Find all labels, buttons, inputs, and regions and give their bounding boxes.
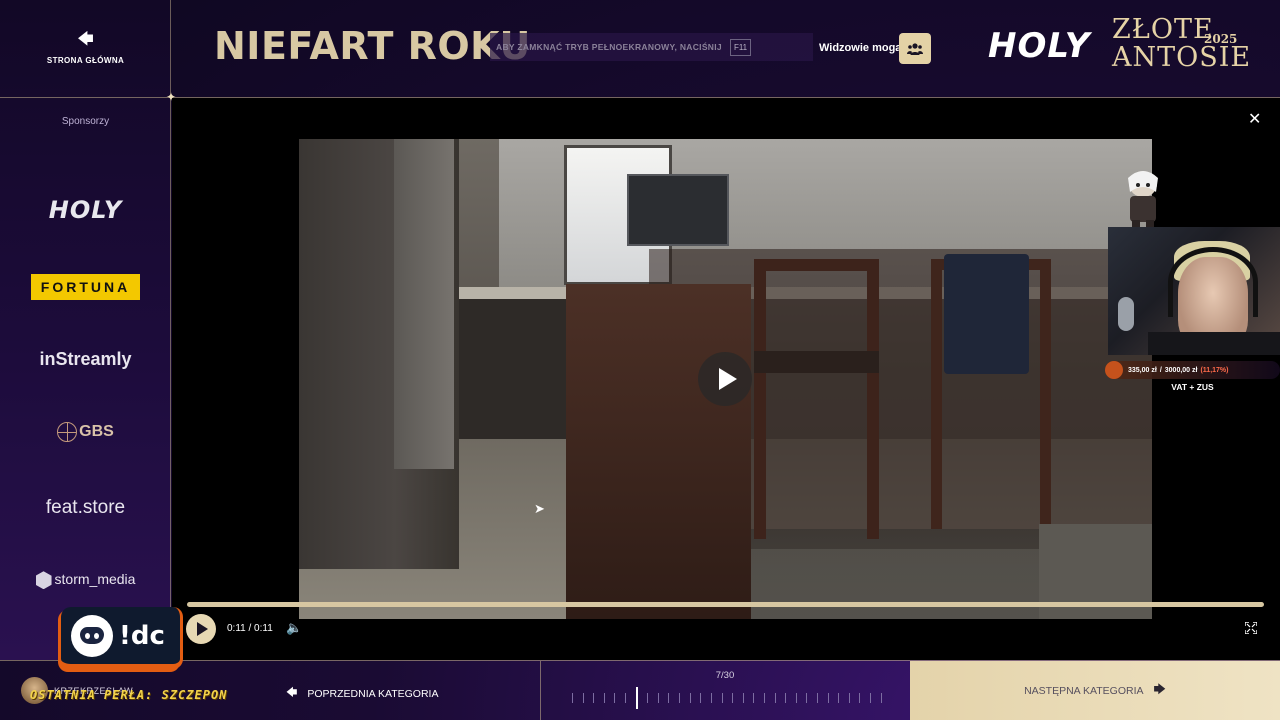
timeline-tick[interactable]: [625, 693, 627, 703]
timeline-tick[interactable]: [593, 693, 595, 703]
arrow-left-icon: 🡄: [286, 687, 298, 699]
streamer-shirt: [1148, 332, 1280, 355]
viewers-label: Widzowie mogą: [819, 42, 902, 54]
users-icon: [907, 42, 923, 55]
donation-current: 335,00 zł: [1128, 366, 1157, 374]
video-chair-back: [566, 284, 751, 619]
donation-goal-label: VAT + ZUS: [1171, 382, 1214, 392]
sponsor-gbs-label: GBS: [79, 423, 114, 441]
timeline-tick-current[interactable]: [635, 687, 638, 709]
timeline-tick[interactable]: [763, 693, 765, 703]
category-counter: 7/30: [715, 670, 735, 681]
video-cloth: [944, 254, 1029, 374]
gbs-logo-icon: [57, 422, 78, 442]
timeline-tick[interactable]: [838, 693, 840, 703]
play-icon: [718, 368, 737, 390]
event-line2: ANTOSIE: [1112, 42, 1252, 73]
ticker-text: OSTATNIA PERŁA: SZCZEPON: [30, 688, 228, 702]
donation-icon: [1105, 361, 1123, 379]
donation-separator: /: [1159, 366, 1162, 374]
fullscreen-icon[interactable]: [1245, 622, 1257, 634]
discord-command: !dc: [119, 620, 165, 651]
streamer-webcam: [1108, 227, 1280, 355]
timeline-tick[interactable]: [657, 693, 659, 703]
viewers-button[interactable]: [899, 33, 931, 64]
sponsor-holy[interactable]: HOLY: [0, 196, 171, 224]
video-chair: [754, 259, 879, 539]
timeline-tick[interactable]: [785, 693, 787, 703]
timeline-tick[interactable]: [732, 693, 734, 703]
timeline-tick[interactable]: [721, 693, 723, 703]
discord-badge: !dc: [61, 607, 183, 669]
fullscreen-key: F11: [729, 38, 752, 56]
video-laptop: [627, 174, 729, 246]
home-button[interactable]: 🡄 STRONA GŁÓWNA: [0, 0, 171, 97]
event-logo: ZŁOTE 2025 ANTOSIE: [1112, 16, 1252, 73]
play-button[interactable]: [186, 614, 216, 644]
donation-goal-amount: 3000,00 zł: [1164, 366, 1198, 374]
timeline-tick[interactable]: [753, 693, 755, 703]
prev-category-button[interactable]: 🡄 POPRZEDNIA KATEGORIA: [286, 684, 438, 703]
storm-logo-icon: [35, 571, 52, 590]
sponsor-featstore[interactable]: feat.store: [0, 497, 171, 519]
event-year: 2025: [1204, 32, 1238, 46]
home-label: STRONA GŁÓWNA: [46, 56, 125, 65]
next-category-button[interactable]: NASTĘPNA KATEGORIA 🡆: [910, 661, 1280, 720]
timeline-tick[interactable]: [774, 693, 776, 703]
timeline-tick[interactable]: [848, 693, 850, 703]
timeline-tick[interactable]: [689, 693, 691, 703]
timeline-tick[interactable]: [859, 693, 861, 703]
timeline-tick[interactable]: [795, 693, 797, 703]
sponsor-stormmedia[interactable]: storm_media: [0, 571, 171, 590]
sponsors-title: Sponsorzy: [61, 116, 110, 127]
sponsor-storm-label: storm_media: [54, 571, 136, 587]
timeline-tick[interactable]: [817, 693, 819, 703]
app-root: 🡄 STRONA GŁÓWNA Sponsorzy HOLY FORTUNA i…: [0, 0, 1280, 720]
page-title: NIEFART ROKU: [214, 24, 531, 68]
play-icon: [197, 622, 208, 636]
timeline-tick[interactable]: [742, 693, 744, 703]
timeline-tick[interactable]: [614, 693, 616, 703]
brand-logo: HOLY: [988, 26, 1091, 66]
timeline-tick[interactable]: [806, 693, 808, 703]
fullscreen-hint: ABY ZAMKNĄĆ TRYB PEŁNOEKRANOWY, NACIŚNIJ…: [490, 33, 813, 61]
center-play-button[interactable]: [698, 352, 752, 406]
timeline-tick[interactable]: [710, 693, 712, 703]
arrow-left-icon: 🡄: [77, 31, 94, 48]
arrow-right-icon: 🡆: [1153, 682, 1166, 696]
fullscreen-hint-text: ABY ZAMKNĄĆ TRYB PEŁNOEKRANOWY, NACIŚNIJ: [496, 42, 722, 52]
timeline-tick[interactable]: [572, 693, 573, 703]
next-category-label: NASTĘPNA KATEGORIA: [1024, 684, 1144, 697]
mouse-cursor-icon: ➤: [534, 501, 545, 516]
timeline-tick[interactable]: [700, 693, 702, 703]
category-timeline[interactable]: [572, 687, 882, 709]
prev-category-label: POPRZEDNIA KATEGORIA: [307, 687, 439, 700]
volume-icon[interactable]: 🔈: [286, 620, 302, 636]
sponsor-instreamly[interactable]: inStreamly: [0, 349, 171, 370]
timeline-tick[interactable]: [603, 693, 605, 703]
witcher-avatar-icon: [1128, 171, 1158, 234]
progress-bar[interactable]: [187, 602, 1264, 607]
timeline-tick[interactable]: [880, 693, 882, 703]
timeline-tick[interactable]: [647, 693, 649, 703]
sponsor-fortuna-label: FORTUNA: [30, 274, 141, 300]
sponsor-gbs[interactable]: GBS: [0, 422, 171, 442]
timeline-tick[interactable]: [668, 693, 670, 703]
timeline-tick[interactable]: [870, 693, 872, 703]
timeline-tick[interactable]: [582, 693, 584, 703]
time-display: 0:11 / 0:11: [227, 623, 273, 634]
sponsor-fortuna[interactable]: FORTUNA: [0, 274, 171, 300]
microphone-icon: [1118, 297, 1134, 331]
donation-percent: (11,17%): [1200, 366, 1229, 374]
headset-icon: [1168, 247, 1258, 317]
close-icon[interactable]: ✕: [1248, 112, 1261, 128]
timeline-tick[interactable]: [679, 693, 681, 703]
video-lower-cabinet: [449, 299, 569, 439]
sidebar: 🡄 STRONA GŁÓWNA Sponsorzy HOLY FORTUNA i…: [0, 0, 171, 660]
video-fridge: [394, 139, 454, 469]
timeline-tick[interactable]: [827, 693, 829, 703]
discord-icon: [71, 614, 113, 657]
donation-goal: 335,00 zł / 3000,00 zł (11,17%): [1105, 361, 1280, 379]
